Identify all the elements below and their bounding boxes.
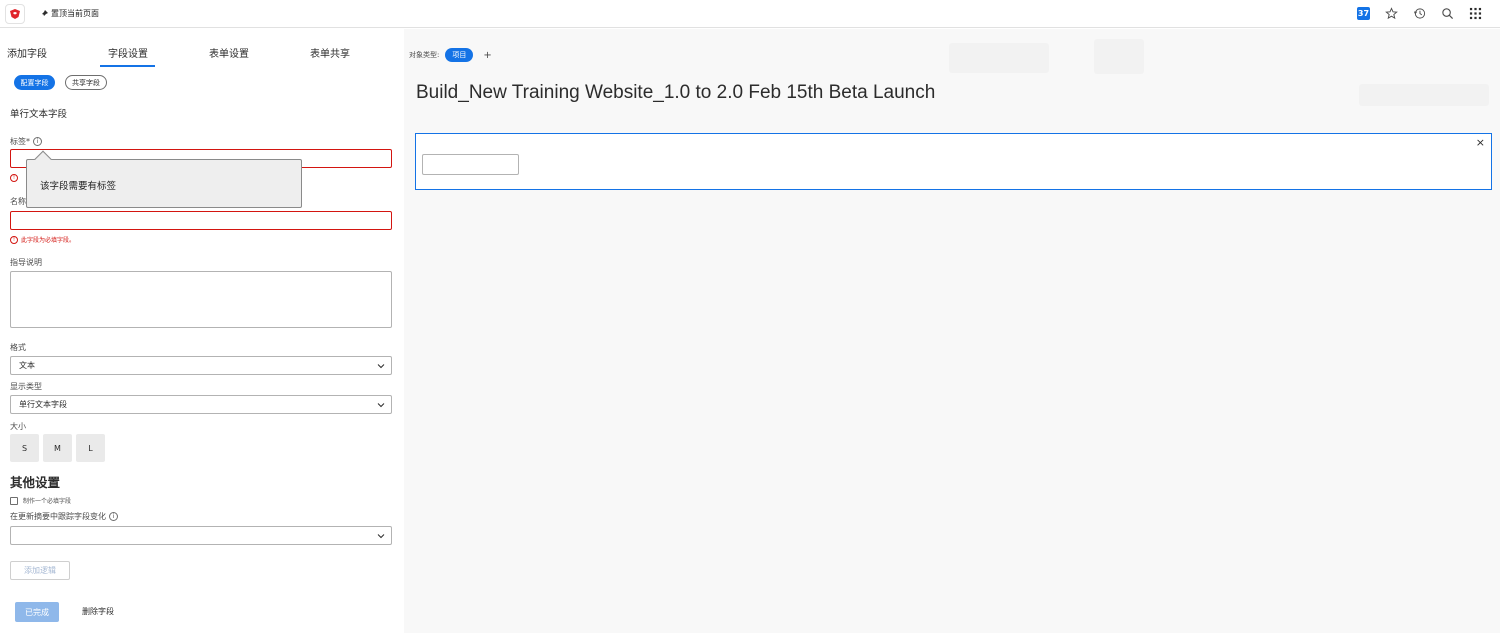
background-shade: [949, 43, 1049, 73]
app-logo[interactable]: [5, 4, 25, 24]
form-preview: 对象类型: 项目 + Build_New Training Website_1.…: [404, 29, 1500, 633]
background-shade: [1359, 84, 1489, 106]
shared-field-pill[interactable]: 共享字段: [65, 75, 107, 90]
tab-field-settings[interactable]: 字段设置: [108, 45, 148, 60]
error-icon: !: [10, 235, 18, 244]
configure-field-pill[interactable]: 配置字段: [14, 75, 55, 90]
active-tab-indicator: [100, 65, 155, 67]
size-m-button[interactable]: M: [43, 434, 72, 462]
other-settings-heading: 其他设置: [10, 475, 61, 490]
top-bar: 置顶当前页面 37: [0, 0, 1500, 28]
tab-form-settings[interactable]: 表单设置: [209, 45, 249, 60]
star-icon[interactable]: [1384, 6, 1398, 20]
track-changes-label: 在更新摘要中跟踪字段变化 i: [10, 511, 118, 522]
label-field-label: 标签* i: [10, 136, 42, 147]
size-label: 大小: [10, 422, 26, 431]
close-icon[interactable]: ×: [1476, 136, 1485, 149]
object-type-pill[interactable]: 项目: [445, 48, 474, 62]
info-icon[interactable]: i: [33, 137, 42, 146]
field-type-heading: 单行文本字段: [10, 109, 68, 120]
top-right-actions: 37: [1357, 6, 1482, 20]
required-field-option: 制作一个必填字段: [10, 496, 71, 505]
format-label: 格式: [10, 343, 26, 352]
label-required-tooltip: 该字段需要有标签: [26, 150, 302, 208]
notifications-badge[interactable]: 37: [1357, 6, 1370, 20]
track-changes-select[interactable]: [10, 526, 392, 545]
preview-title: Build_New Training Website_1.0 to 2.0 Fe…: [416, 82, 936, 103]
format-select[interactable]: 文本: [10, 356, 392, 375]
history-icon[interactable]: [1412, 6, 1426, 20]
display-type-select[interactable]: 单行文本字段: [10, 395, 392, 414]
apps-grid-icon[interactable]: [1468, 6, 1482, 20]
delete-field-button[interactable]: 删除字段: [82, 606, 114, 617]
logo-icon: [10, 9, 20, 19]
required-checkbox[interactable]: [10, 496, 18, 505]
chevron-down-icon: [377, 364, 385, 369]
name-error: ! 此字段为必填字段。: [10, 235, 75, 244]
tab-form-sharing[interactable]: 表单共享: [310, 45, 350, 60]
field-settings-panel: 添加字段 字段设置 表单设置 表单共享 配置字段 共享字段 单行文本字段 标签*…: [0, 29, 404, 633]
add-logic-button[interactable]: 添加逻辑: [10, 561, 70, 580]
add-object-type-button[interactable]: +: [483, 50, 491, 61]
info-icon[interactable]: i: [109, 512, 118, 521]
display-type-label: 显示类型: [10, 382, 42, 391]
preview-text-input[interactable]: [422, 154, 519, 175]
pin-icon: [40, 9, 48, 18]
search-icon[interactable]: [1440, 6, 1454, 20]
object-type-row: 对象类型: 项目 +: [409, 48, 492, 62]
chevron-down-icon: [377, 534, 385, 539]
object-type-label: 对象类型:: [409, 51, 440, 59]
pin-label: 置顶当前页面: [51, 9, 99, 18]
name-field-label: 名称: [10, 197, 26, 206]
size-l-button[interactable]: L: [76, 434, 105, 462]
done-button[interactable]: 已完成: [15, 602, 59, 622]
name-input[interactable]: [10, 211, 392, 230]
error-icon: !: [10, 174, 18, 182]
tab-add-field[interactable]: 添加字段: [7, 45, 47, 60]
panel-tabs: 添加字段 字段设置 表单设置 表单共享: [0, 29, 404, 67]
chevron-down-icon: [377, 403, 385, 408]
background-shade: [1094, 39, 1144, 74]
label-error: !: [10, 174, 18, 182]
instructions-textarea[interactable]: [10, 271, 392, 328]
pin-page-button[interactable]: 置顶当前页面: [39, 8, 99, 19]
instructions-label: 指导说明: [10, 258, 42, 267]
selected-field-preview[interactable]: ×: [415, 133, 1492, 190]
tooltip-text: 该字段需要有标签: [40, 181, 117, 192]
size-s-button[interactable]: S: [10, 434, 39, 462]
